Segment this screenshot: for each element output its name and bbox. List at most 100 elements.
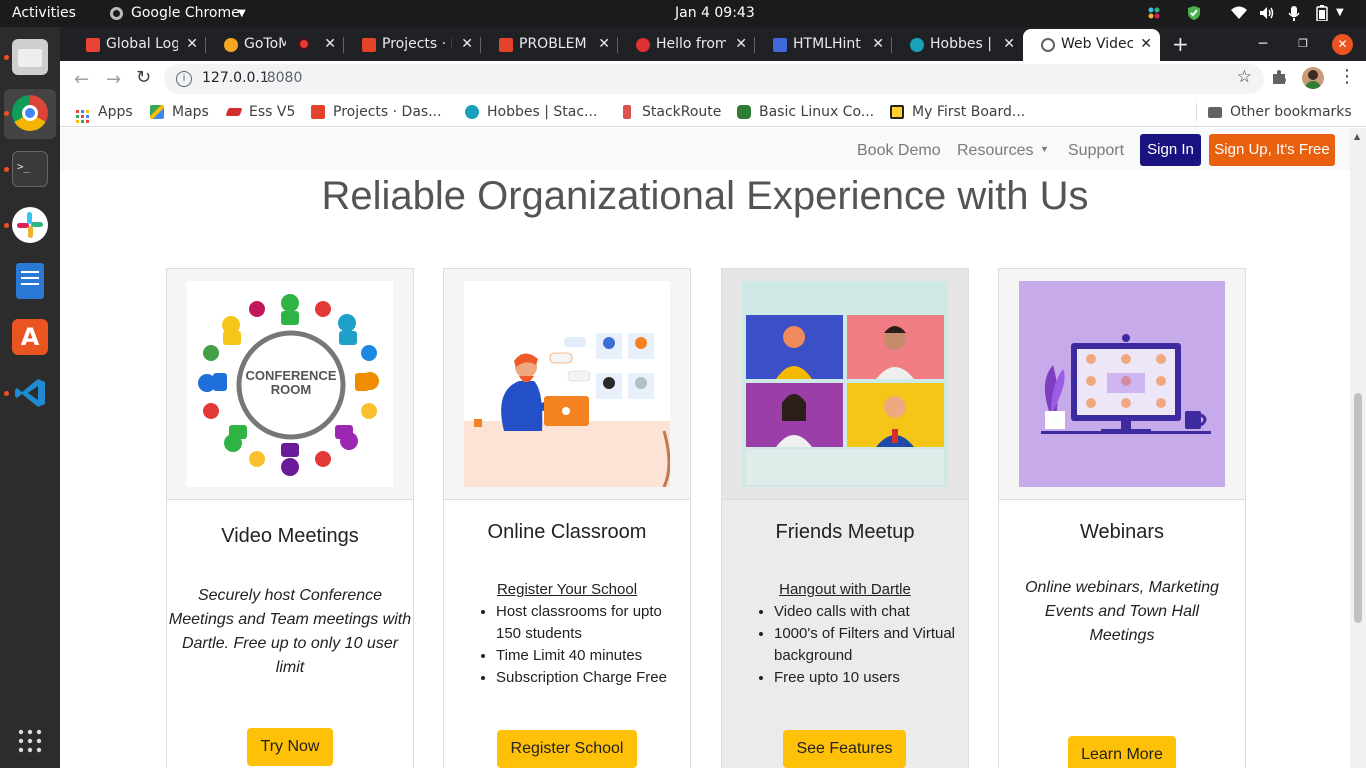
tab-problem[interactable]: PROBLEM ✕ <box>481 29 618 61</box>
bookmark-label: My First Board... <box>912 104 1026 120</box>
scroll-up-arrow-icon[interactable]: ▲ <box>1354 132 1360 141</box>
info-icon[interactable]: i <box>176 71 192 87</box>
other-bookmarks-label: Other bookmarks <box>1230 104 1352 120</box>
url-port: :8080 <box>262 70 303 86</box>
running-indicator <box>4 111 9 116</box>
tab-htmlhint[interactable]: HTMLHint ✕ <box>755 29 892 61</box>
card-title: Online Classroom <box>487 521 647 543</box>
url-host: 127.0.0.1 <box>202 70 269 86</box>
site-navbar: Book Demo Resources ▼ Support Sign In Si… <box>60 128 1350 170</box>
maximize-button[interactable]: ❐ <box>1283 27 1323 61</box>
chrome-icon <box>110 7 123 20</box>
caret-down-icon: ▼ <box>1039 144 1049 154</box>
dropdown-arrow-icon: ▼ <box>238 8 246 19</box>
close-window-button[interactable]: ✕ <box>1332 34 1353 55</box>
volume-icon[interactable] <box>1258 5 1274 21</box>
clock[interactable]: Jan 4 09:43 <box>675 0 755 27</box>
tab-global-log[interactable]: Global Log ✕ <box>68 29 206 61</box>
microphone-icon[interactable] <box>1287 5 1303 21</box>
reload-button[interactable]: ↻ <box>136 67 151 88</box>
bookmark-star-icon[interactable]: ☆ <box>1237 67 1252 87</box>
tab-hobbes[interactable]: Hobbes | S ✕ <box>892 29 1023 61</box>
terminal-icon[interactable]: >_ <box>12 151 48 187</box>
online-classroom-image <box>464 281 670 487</box>
friends-meetup-image <box>742 281 948 487</box>
card-online-classroom: Online Classroom Register Your School Ho… <box>443 268 691 768</box>
card-video-meetings: CONFERENCE ROOM Video Meetings Securely … <box>166 268 414 768</box>
scrollbar-thumb[interactable] <box>1354 393 1362 623</box>
system-menu-arrow-icon[interactable]: ▼ <box>1336 5 1352 21</box>
page-scrollbar[interactable]: ▲ <box>1350 128 1366 768</box>
bookmarks-bar: Apps Maps Ess V5 Projects · Das... Hobbe… <box>60 97 1366 127</box>
extensions-icon[interactable] <box>1270 68 1288 86</box>
gitlab-icon <box>499 38 513 52</box>
forward-button[interactable]: → <box>106 69 121 90</box>
chrome-dock-icon[interactable] <box>12 95 48 131</box>
back-button[interactable]: ← <box>74 69 89 90</box>
card-title: Video Meetings <box>221 525 359 547</box>
tab-hello-from[interactable]: Hello from ✕ <box>618 29 755 61</box>
conference-room-image: CONFERENCE ROOM <box>187 281 393 487</box>
card-description: Securely host Conference Meetings and Te… <box>168 587 412 676</box>
feature-item: Free upto 10 users <box>774 667 964 689</box>
register-your-school-link[interactable]: Register Your School <box>444 581 690 598</box>
sign-up-button[interactable]: Sign Up, It's Free <box>1209 134 1335 166</box>
more-menu-icon[interactable]: ⋮ <box>1338 66 1356 87</box>
nav-book-demo[interactable]: Book Demo <box>857 142 941 160</box>
shield-icon[interactable] <box>1186 5 1202 21</box>
running-indicator <box>4 223 9 228</box>
gotomeeting-icon <box>224 38 238 52</box>
wifi-icon[interactable] <box>1230 5 1247 21</box>
htmlhint-icon <box>773 38 787 52</box>
page-viewport: Book Demo Resources ▼ Support Sign In Si… <box>60 128 1366 768</box>
sign-in-button[interactable]: Sign In <box>1140 134 1201 166</box>
close-icon[interactable]: ✕ <box>735 29 747 59</box>
tab-gotomeeting[interactable]: GoToM ✕ <box>206 29 344 61</box>
slack-icon[interactable] <box>12 207 48 243</box>
close-icon[interactable]: ✕ <box>324 29 336 59</box>
try-now-button[interactable]: Try Now <box>247 728 333 766</box>
feature-list: Video calls with chat 1000's of Filters … <box>774 601 964 689</box>
address-bar[interactable]: i 127.0.0.1 :8080 ☆ <box>164 64 1264 94</box>
card-image-box <box>722 269 968 500</box>
close-icon[interactable]: ✕ <box>461 29 473 59</box>
learn-more-button[interactable]: Learn More <box>1068 736 1176 768</box>
close-icon[interactable]: ✕ <box>598 29 610 59</box>
files-icon[interactable] <box>12 39 48 75</box>
nav-resources[interactable]: Resources ▼ <box>957 142 1049 160</box>
feature-list: Host classrooms for upto 150 students Ti… <box>496 601 686 689</box>
minimize-button[interactable]: ─ <box>1243 27 1283 61</box>
battery-icon[interactable] <box>1316 5 1332 22</box>
page-headline: Reliable Organizational Experience with … <box>321 174 1089 218</box>
tab-title: Web Videc <box>1061 36 1133 52</box>
nav-support[interactable]: Support <box>1068 142 1124 160</box>
new-tab-button[interactable]: + <box>1172 27 1189 61</box>
card-image-box: CONFERENCE ROOM <box>167 269 413 500</box>
tab-web-video[interactable]: Web Videc ✕ <box>1023 29 1160 61</box>
close-icon[interactable]: ✕ <box>872 29 884 59</box>
tab-title: PROBLEM <box>519 36 587 52</box>
see-features-button[interactable]: See Features <box>783 730 906 768</box>
bookmark-label: Apps <box>98 104 133 120</box>
card-title: Webinars <box>1079 521 1165 543</box>
dock: >_ A <box>0 27 60 768</box>
writer-icon[interactable] <box>16 263 44 299</box>
apps-grid-icon <box>76 105 90 123</box>
hangout-with-dartle-link[interactable]: Hangout with Dartle <box>722 581 968 598</box>
close-icon[interactable]: ✕ <box>1003 29 1015 59</box>
activities-button[interactable]: Activities <box>12 0 76 27</box>
tab-projects[interactable]: Projects · D ✕ <box>344 29 481 61</box>
close-icon[interactable]: ✕ <box>1140 29 1152 59</box>
card-image-box <box>444 269 690 500</box>
register-school-button[interactable]: Register School <box>497 730 637 768</box>
show-apps-icon[interactable] <box>18 729 42 753</box>
feature-item: 1000's of Filters and Virtual background <box>774 623 964 667</box>
vscode-icon[interactable] <box>12 375 48 411</box>
tab-title: HTMLHint <box>793 36 861 52</box>
nav-resources-label: Resources <box>957 142 1034 159</box>
profile-avatar[interactable] <box>1302 67 1324 89</box>
close-icon[interactable]: ✕ <box>186 29 198 59</box>
tab-title: Projects · D <box>382 36 452 52</box>
slack-tray-icon[interactable] <box>1146 5 1162 21</box>
software-center-icon[interactable]: A <box>12 319 48 355</box>
